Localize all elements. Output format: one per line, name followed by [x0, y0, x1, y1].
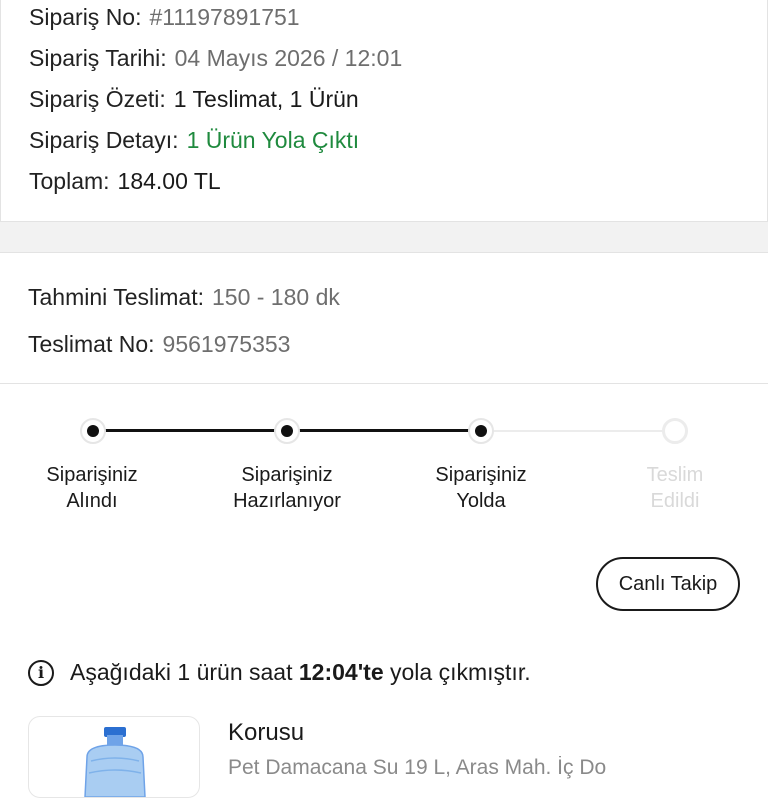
order-date-row: Sipariş Tarihi: 04 Mayıs 2026 / 12:01	[29, 45, 402, 72]
order-date-value: 04 Mayıs 2026 / 12:01	[174, 45, 403, 71]
order-summary-value: 1 Teslimat, 1 Ürün	[173, 86, 359, 112]
step-dot-delivered	[662, 418, 688, 444]
dispatch-time: 12:04'te	[298, 659, 384, 685]
order-number-value: #11197891751	[149, 4, 300, 30]
order-date-label: Sipariş Tarihi:	[29, 45, 167, 71]
track-segment-3	[481, 430, 675, 432]
track-segment-1	[93, 429, 287, 432]
step-label-on-the-way: Siparişiniz Yolda	[401, 462, 561, 514]
step-label-line: Siparişiniz	[435, 464, 527, 486]
product-title[interactable]: Korusu	[228, 719, 304, 747]
step-dot-on-the-way	[468, 418, 494, 444]
order-number-row: Sipariş No: #11197891751	[29, 4, 300, 31]
dispatch-text-before: Aşağıdaki 1 ürün saat	[70, 659, 299, 685]
step-label-line: Siparişiniz	[46, 464, 138, 486]
step-label-preparing: Siparişiniz Hazırlanıyor	[207, 462, 367, 514]
order-summary-card: Sipariş No: #11197891751 Sipariş Tarihi: 0…	[0, 0, 768, 222]
order-total-value: 184.00 TL	[117, 168, 221, 194]
water-jug-icon	[84, 727, 146, 797]
eta-value: 150 - 180 dk	[211, 284, 340, 310]
order-detail-value: 1 Ürün Yola Çıktı	[186, 127, 360, 153]
dispatch-text-after: yola çıkmıştır.	[383, 659, 531, 685]
step-label-line: Hazırlanıyor	[233, 490, 341, 512]
step-label-received: Siparişiniz Alındı	[12, 462, 172, 514]
order-total-row: Toplam: 184.00 TL	[29, 168, 221, 195]
delivery-number-label: Teslimat No:	[28, 331, 155, 357]
order-total-label: Toplam:	[29, 168, 110, 194]
step-dot-preparing	[274, 418, 300, 444]
order-number-label: Sipariş No:	[29, 4, 142, 30]
eta-row: Tahmini Teslimat: 150 - 180 dk	[28, 284, 340, 311]
divider	[0, 383, 768, 384]
step-dot-received	[80, 418, 106, 444]
product-description: Pet Damacana Su 19 L, Aras Mah. İç Do	[228, 756, 607, 779]
order-summary-label: Sipariş Özeti:	[29, 86, 166, 112]
dispatch-info: i Aşağıdaki 1 ürün saat 12:04'te yola çı…	[28, 659, 531, 686]
step-label-delivered: Teslim Edildi	[595, 462, 755, 514]
order-detail-label: Sipariş Detayı:	[29, 127, 179, 153]
step-label-line: Yolda	[456, 490, 506, 512]
step-label-line: Siparişiniz	[241, 464, 333, 486]
order-summary-row: Sipariş Özeti: 1 Teslimat, 1 Ürün	[29, 86, 359, 113]
delivery-number-value: 9561975353	[162, 331, 291, 357]
step-label-line: Alındı	[66, 490, 118, 512]
order-detail-row: Sipariş Detayı: 1 Ürün Yola Çıktı	[29, 127, 359, 154]
eta-label: Tahmini Teslimat:	[28, 284, 204, 310]
step-label-line: Edildi	[650, 490, 700, 512]
info-icon: i	[28, 659, 54, 686]
step-label-line: Teslim	[646, 464, 704, 486]
section-separator	[0, 222, 768, 253]
track-segment-2	[287, 429, 481, 432]
delivery-number-row: Teslimat No: 9561975353	[28, 331, 290, 358]
live-tracking-button[interactable]: Canlı Takip	[596, 557, 740, 611]
product-image[interactable]	[28, 716, 200, 798]
